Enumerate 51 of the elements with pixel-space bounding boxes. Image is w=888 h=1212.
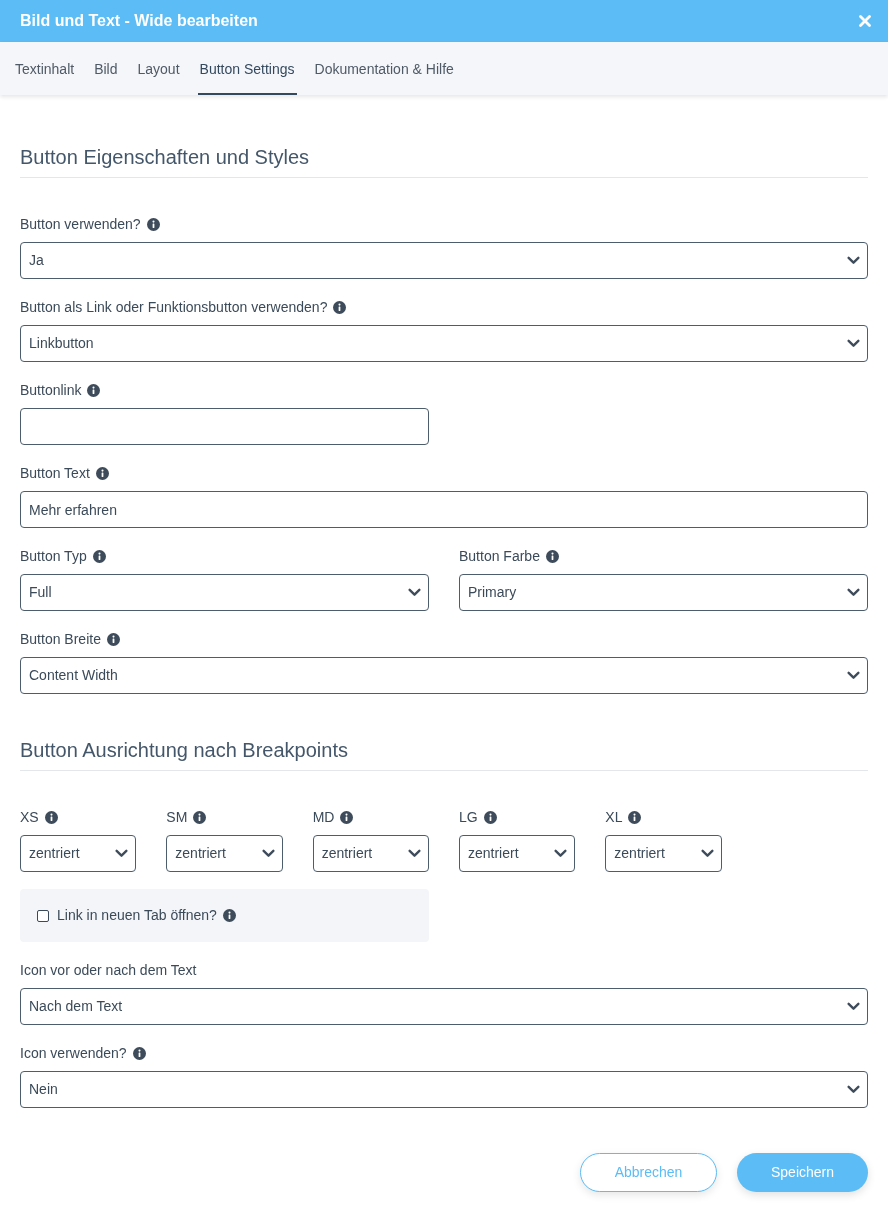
field-label: Button Breite: [20, 630, 101, 648]
dialog-title: Bild und Text - Wide bearbeiten: [20, 11, 258, 31]
chevron-down-icon: [847, 671, 860, 680]
dropdown[interactable]: zentriert: [166, 835, 283, 872]
field-label: Icon verwenden?: [20, 1044, 127, 1062]
chevron-down-icon: [700, 849, 714, 858]
dropdown[interactable]: zentriert: [605, 835, 722, 872]
field-label: Button Typ: [20, 547, 87, 565]
tab[interactable]: Bild: [92, 42, 120, 95]
dropdown[interactable]: Linkbutton: [20, 325, 868, 362]
dropdown[interactable]: Full: [20, 574, 429, 611]
field-label: XS: [20, 808, 39, 826]
text-input[interactable]: [20, 408, 429, 445]
section-heading: Button Eigenschaften und Styles: [20, 145, 311, 170]
tab[interactable]: Textinhalt: [13, 42, 77, 95]
dropdown[interactable]: Nach dem Text: [20, 988, 868, 1025]
field-label: Button Text: [20, 464, 90, 482]
dropdown[interactable]: zentriert: [312, 835, 429, 872]
close-icon: [859, 15, 871, 27]
field-label: XL: [605, 808, 623, 826]
field-label: MD: [312, 808, 335, 826]
dropdown[interactable]: Nein: [20, 1071, 868, 1108]
chevron-down-icon: [554, 849, 568, 858]
checkbox[interactable]: [37, 909, 49, 922]
chevron-down-icon: [408, 849, 421, 858]
section-heading: Button Ausrichtung nach Breakpoints: [20, 738, 349, 763]
text-input[interactable]: Mehr erfahren: [20, 491, 868, 528]
chevron-down-icon: [115, 849, 129, 858]
chevron-down-icon: [847, 588, 860, 597]
chevron-down-icon: [847, 1085, 860, 1094]
checkbox-label[interactable]: Link in neuen Tab öffnen?: [57, 905, 217, 926]
field-label: LG: [459, 808, 478, 826]
tab[interactable]: Dokumentation & Hilfe: [312, 42, 456, 95]
chevron-down-icon: [847, 1002, 860, 1011]
tab[interactable]: Button Settings: [197, 42, 297, 95]
chevron-down-icon: [847, 339, 860, 348]
dropdown[interactable]: Content Width: [20, 657, 868, 694]
field-label: SM: [166, 808, 188, 826]
field-label: Buttonlink: [20, 381, 82, 399]
chevron-down-icon: [261, 849, 275, 858]
tab[interactable]: Layout: [135, 42, 182, 95]
dropdown[interactable]: Ja: [20, 242, 868, 279]
field-label: Icon vor oder nach dem Text: [20, 961, 197, 979]
field-label: Button Farbe: [459, 547, 540, 565]
field-label: Button als Link oder Funktionsbutton verwenden?: [20, 298, 328, 316]
dropdown[interactable]: zentriert: [459, 835, 576, 872]
chevron-down-icon: [408, 588, 421, 597]
field-label: Button verwenden?: [20, 215, 141, 233]
dropdown[interactable]: Primary: [459, 574, 868, 611]
chevron-down-icon: [847, 256, 860, 265]
dropdown[interactable]: zentriert: [20, 835, 137, 872]
